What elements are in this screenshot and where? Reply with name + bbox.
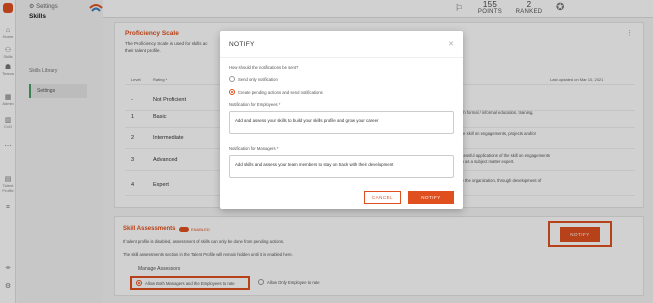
notify-button-highlight: NOTIFY [548, 221, 612, 247]
enabled-toggle[interactable] [179, 227, 189, 232]
sidebar-item-settings[interactable]: Settings [29, 84, 87, 98]
info-text-2: The skill assessments section in the Tal… [123, 252, 293, 257]
radio-unselected-icon[interactable] [258, 279, 264, 285]
rail-item-home[interactable]: ⌂ Home [0, 27, 16, 39]
card-description: The Proficiency Scale is used for skills… [125, 41, 208, 46]
sidebar-title: ⚙ Settings [29, 4, 58, 10]
radio-send-only-notification[interactable]: Send only notification [229, 76, 278, 82]
radio-unselected-icon[interactable] [229, 76, 235, 82]
delivery-question: How should the notifications be sent? [229, 65, 299, 70]
rail-item-cxo[interactable]: ▥ CxO [0, 116, 16, 129]
radio-both-managers-employees[interactable]: Allow Both Managers and the Employees to… [130, 276, 250, 290]
more-icon[interactable]: ⋯ [0, 142, 16, 150]
org-chart-icon[interactable]: ⌗ [0, 204, 16, 212]
home-icon: ⌂ [5, 27, 11, 34]
gear-icon[interactable]: ⚙ [0, 282, 16, 290]
manage-assessors-label: Manage Assessors [138, 266, 181, 272]
notify-button[interactable]: NOTIFY [560, 226, 600, 242]
radio-selected-icon[interactable] [136, 280, 142, 286]
analytics-icon[interactable]: ⌯ [0, 264, 16, 272]
rail-item-admin[interactable]: ▦ Admin [0, 93, 16, 106]
app-logo-icon[interactable] [3, 3, 13, 13]
section-title: Skill Assessments [123, 226, 176, 232]
managers-notification-label: Notification for Managers * [229, 146, 279, 151]
rail-item-skills[interactable]: ⚇ Skills [0, 46, 16, 59]
rail-item-talent-profile[interactable]: ▤ Talent Profile [0, 175, 16, 193]
close-icon[interactable]: ✕ [448, 40, 454, 48]
sidebar-subtitle: Skills [29, 13, 46, 20]
top-bar: ⚐ 155 POINTS 2 RANKED ✪ [89, 0, 653, 18]
admin-icon: ▦ [4, 94, 12, 101]
settings-icon: ⚙ [29, 4, 35, 10]
app-root: ⌂ Home ⚇ Skills ☗ Teams ▦ Admin ▥ CxO ⋯ … [0, 0, 653, 303]
brand-logo-icon[interactable] [89, 2, 103, 14]
talent-profile-icon: ▤ [4, 176, 12, 183]
ranked-stat: 2 RANKED [515, 0, 543, 15]
last-updated: Last updated on Mar 10, 2021 [550, 77, 604, 82]
cancel-button[interactable]: CANCEL [364, 191, 401, 204]
medal-icon[interactable]: ✪ [556, 2, 564, 13]
rail-item-teams[interactable]: ☗ Teams [0, 63, 16, 76]
points-stat: 155 POINTS [477, 0, 503, 15]
settings-sidebar: ⚙ Settings Skills Skills Library Setting… [17, 0, 103, 303]
cxo-chart-icon: ▥ [4, 117, 12, 124]
column-level: Level [131, 77, 141, 82]
notify-modal: NOTIFY ✕ How should the notifications be… [220, 31, 463, 209]
modal-notify-button[interactable]: NOTIFY [408, 191, 454, 204]
flag-icon[interactable]: ⚐ [455, 3, 463, 14]
radio-only-employee[interactable]: Allow Only Employee to rate [258, 279, 320, 285]
sidebar-item-skills-library[interactable]: Skills Library [29, 68, 57, 74]
info-text: If talent profile is disabled, assessmen… [123, 239, 285, 244]
radio-pending-actions-and-notifications[interactable]: Create pending actions and send notifica… [229, 89, 323, 95]
teams-icon: ☗ [4, 64, 12, 71]
toggle-label: ENABLED [191, 227, 210, 232]
icon-rail: ⌂ Home ⚇ Skills ☗ Teams ▦ Admin ▥ CxO ⋯ … [0, 0, 16, 303]
skills-icon: ⚇ [4, 47, 12, 54]
more-options-icon[interactable]: ⋮ [626, 29, 633, 37]
radio-selected-icon[interactable] [229, 89, 235, 95]
employees-notification-field[interactable]: Add and assess your skills to build your… [229, 111, 454, 134]
card-description-2: their talent profile. [125, 48, 161, 53]
modal-title: NOTIFY [229, 41, 255, 48]
employees-notification-label: Notification for Employees * [229, 102, 281, 107]
modal-divider [220, 57, 463, 58]
card-title: Proficiency Scale [125, 30, 179, 37]
managers-notification-field[interactable]: Add skills and assess your team members … [229, 155, 454, 178]
column-rating: Rating * [153, 77, 168, 82]
